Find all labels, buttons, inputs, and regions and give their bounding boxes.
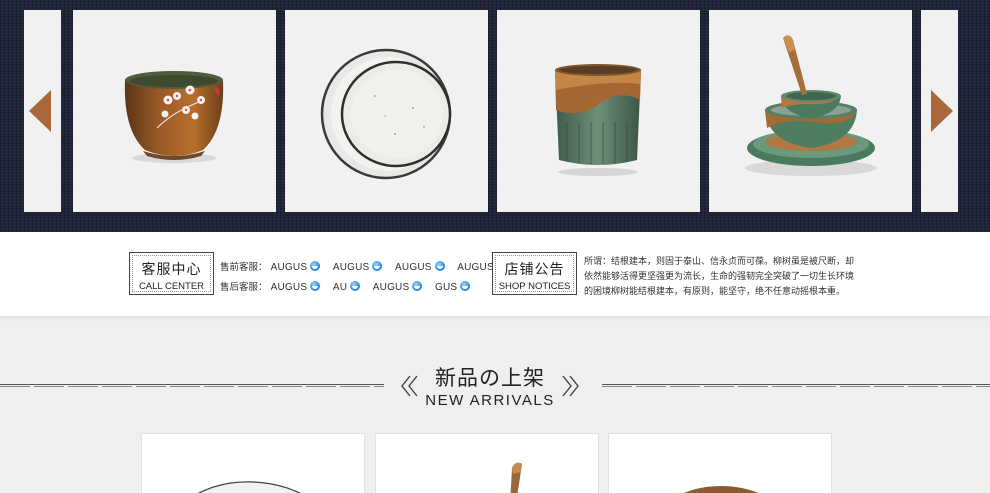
arrow-right-icon	[931, 90, 953, 132]
pre-sale-agent-3[interactable]: AUGUS	[395, 261, 445, 273]
shop-notices-title-cn: 店铺公告	[504, 263, 565, 278]
qq-chat-icon	[350, 281, 361, 291]
pre-sale-service-row: 售前客服： AUGUS AUGUS AUGUS AUGUS	[220, 259, 517, 273]
pre-sale-agent-2[interactable]: AUGUS	[333, 261, 383, 273]
new-arrivals-heading: 新品の上架 NEW ARRIVALS	[0, 360, 990, 412]
call-center-title-cn: 客服中心	[141, 263, 202, 278]
qq-chat-icon	[412, 281, 423, 291]
after-sale-agent-1[interactable]: AUGUS	[271, 281, 321, 293]
double-chevron-right-icon	[562, 375, 579, 397]
tumbler-icon	[555, 64, 641, 176]
bowl-stack-icon	[745, 35, 877, 176]
qq-chat-icon	[372, 261, 383, 271]
arrow-left-icon	[29, 90, 51, 132]
carousel-prev-button[interactable]	[29, 90, 53, 132]
product-image	[683, 486, 759, 493]
product-image	[197, 481, 301, 493]
qq-chat-icon	[434, 261, 445, 271]
after-sale-service-row: 售后客服： AUGUS AU AUGUS GUS	[220, 279, 480, 293]
customer-service-strip: 客服中心 CALL CENTER 售前客服： AUGUS AUGUS AUGUS…	[0, 232, 990, 316]
shop-notices-stamp: 店铺公告 SHOP NOTICES	[492, 252, 577, 295]
after-sale-label: 售后客服：	[220, 282, 268, 293]
call-center-stamp: 客服中心 CALL CENTER	[129, 252, 214, 295]
after-sale-agent-3[interactable]: AUGUS	[373, 281, 423, 293]
new-arrivals-title-en: NEW ARRIVALS	[425, 392, 555, 409]
new-arrival-product-card[interactable]	[375, 433, 599, 493]
qq-chat-icon	[460, 281, 471, 291]
new-arrivals-title-cn: 新品の上架	[435, 366, 545, 390]
call-center-title-en: CALL CENTER	[138, 281, 205, 292]
shop-notice-text: 所谓：结根建本，则固于泰山、信永贞而可葆。柳树虽是被尺断，却依然能够活得更坚强更…	[584, 256, 855, 296]
product-carousel	[0, 0, 990, 232]
plate-icon	[320, 48, 452, 180]
divider-line-left	[0, 384, 384, 387]
new-arrival-product-card[interactable]	[141, 433, 365, 493]
teacup-icon	[124, 71, 224, 163]
after-sale-agent-4[interactable]: GUS	[435, 281, 471, 293]
new-arrival-product-card[interactable]	[608, 433, 832, 493]
product-image	[510, 462, 522, 493]
carousel-next-button[interactable]	[929, 90, 953, 132]
pre-sale-agent-1[interactable]: AUGUS	[271, 261, 321, 273]
pre-sale-label: 售前客服：	[220, 262, 268, 273]
after-sale-agent-2[interactable]: AU	[333, 281, 361, 293]
shop-notices-title-en: SHOP NOTICES	[498, 281, 571, 292]
carousel-item-green-glazed-cup[interactable]	[497, 10, 700, 212]
carousel-item-bowl-set[interactable]	[709, 10, 912, 212]
divider-line-right	[602, 384, 990, 387]
qq-chat-icon	[310, 261, 321, 271]
carousel-item-white-plate[interactable]	[285, 10, 488, 212]
qq-chat-icon	[310, 281, 321, 291]
carousel-item-plum-blossom-cup[interactable]	[73, 10, 276, 212]
